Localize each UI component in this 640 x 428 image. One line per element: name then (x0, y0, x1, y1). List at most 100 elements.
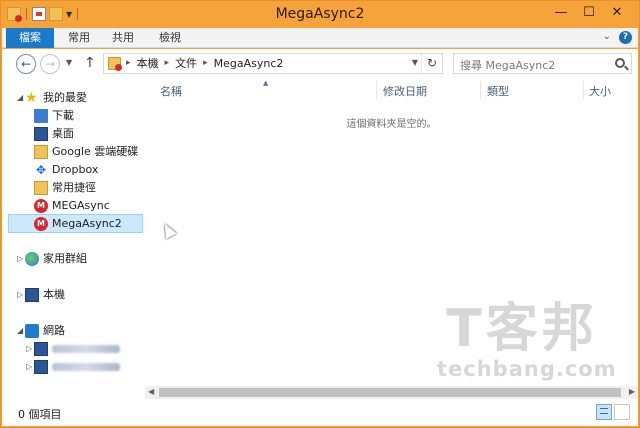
column-header-date-modified[interactable]: 修改日期 (383, 83, 427, 99)
dropbox-icon: ✥ (35, 163, 47, 177)
nav-label: 網路 (43, 324, 65, 337)
nav-network-computer[interactable]: ▷ (2, 340, 145, 358)
details-view-icon[interactable] (596, 404, 612, 420)
expand-icon[interactable]: ◢ (17, 89, 23, 107)
file-list[interactable]: ▲ 名稱 修改日期 類型 大小 這個資料夾是空的。 ◀ ▶ (145, 79, 638, 399)
scroll-right-icon[interactable]: ▶ (629, 387, 635, 396)
nav-label: Dropbox (52, 163, 99, 176)
expand-ribbon-icon[interactable]: ⌄ (603, 31, 611, 44)
navigation-pane: ◢ ★ 我的最愛 下載 桌面 Google 雲端硬碟 ✥ Dropbox 常用捷… (2, 79, 145, 399)
nav-item-downloads[interactable]: 下載 (2, 107, 145, 125)
nav-label: 本機 (43, 288, 65, 301)
breadcrumb-item[interactable]: 本機 (137, 54, 159, 73)
window-title: MegaAsync2 (275, 6, 365, 22)
recent-locations-icon[interactable]: ▼ (66, 58, 72, 67)
homegroup-icon (25, 252, 39, 266)
tab-file[interactable]: 檔案 (6, 28, 54, 48)
nav-favorites[interactable]: ◢ ★ 我的最愛 (2, 89, 145, 107)
mega-icon: M (34, 199, 48, 213)
desktop-icon (34, 127, 48, 141)
chevron-right-icon[interactable]: ▸ (203, 54, 208, 73)
redacted-label (52, 358, 120, 377)
horizontal-scrollbar[interactable]: ◀ ▶ (145, 386, 638, 399)
help-icon[interactable]: ? (619, 31, 632, 44)
nav-item-google-drive[interactable]: Google 雲端硬碟 (2, 143, 145, 161)
network-icon (25, 324, 39, 338)
breadcrumb-item[interactable]: 文件 (175, 54, 197, 73)
empty-folder-message: 這個資料夾是空的。 (346, 119, 437, 130)
search-icon[interactable] (615, 58, 625, 68)
nav-label: 家用群組 (43, 252, 87, 265)
nav-network[interactable]: ◢ 網路 (2, 322, 145, 340)
search-placeholder: 搜尋 MegaAsync2 (460, 59, 556, 72)
scrollbar-thumb[interactable] (159, 388, 621, 397)
chevron-down-icon[interactable]: ▼ (412, 58, 418, 67)
column-header-size[interactable]: 大小 (589, 83, 611, 99)
google-drive-folder-icon (34, 145, 48, 159)
nav-item-dropbox[interactable]: ✥ Dropbox (2, 161, 145, 179)
expand-icon[interactable]: ▷ (26, 340, 32, 358)
nav-this-pc[interactable]: ▷ 本機 (2, 286, 145, 304)
breadcrumb: ▸ 本機 ▸ 文件 ▸ MegaAsync2 (126, 54, 283, 73)
folder-icon (108, 57, 122, 71)
column-divider[interactable] (376, 81, 377, 99)
expand-icon[interactable]: ◢ (17, 322, 23, 340)
forward-button[interactable]: → (40, 54, 60, 74)
nav-label: 桌面 (52, 127, 74, 140)
recent-places-icon (34, 181, 48, 195)
expand-icon[interactable]: ▷ (17, 250, 23, 268)
nav-network-computer[interactable]: ▷ (2, 358, 145, 376)
up-button[interactable]: ↑ (84, 55, 96, 71)
view-switcher (596, 404, 630, 420)
expand-icon[interactable]: ▷ (17, 286, 23, 304)
large-icons-view-icon[interactable] (614, 404, 630, 420)
main-pane: ◢ ★ 我的最愛 下載 桌面 Google 雲端硬碟 ✥ Dropbox 常用捷… (2, 79, 638, 399)
star-icon: ★ (25, 90, 38, 106)
expand-icon[interactable]: ▷ (26, 358, 32, 376)
column-header-name[interactable]: 名稱 (160, 83, 182, 99)
nav-item-recent-places[interactable]: 常用捷徑 (2, 179, 145, 197)
nav-item-megasync[interactable]: M MEGAsync (2, 197, 145, 215)
close-button[interactable]: ✕ (603, 3, 631, 23)
chevron-right-icon[interactable]: ▸ (126, 54, 131, 73)
tab-view[interactable]: 檢視 (150, 28, 190, 48)
column-header-type[interactable]: 類型 (487, 83, 509, 99)
nav-label: 常用捷徑 (52, 181, 96, 194)
refresh-button[interactable]: ↻ (421, 54, 442, 73)
status-bar: 0 個項目 (2, 399, 638, 426)
item-count: 0 個項目 (18, 408, 62, 421)
column-divider[interactable] (480, 81, 481, 99)
tab-share[interactable]: 共用 (106, 28, 140, 48)
navigation-bar: ← → ▼ ↑ ▸ 本機 ▸ 文件 ▸ MegaAsync2 ▼ ↻ 搜尋 Me… (2, 49, 638, 79)
title-bar[interactable]: ▼ MegaAsync2 — ☐ ✕ (1, 1, 639, 28)
sort-ascending-icon: ▲ (263, 79, 269, 87)
column-divider[interactable] (583, 81, 584, 99)
breadcrumb-item[interactable]: MegaAsync2 (214, 54, 284, 73)
redacted-label (52, 340, 120, 359)
nav-label: Google 雲端硬碟 (52, 145, 139, 158)
chevron-right-icon[interactable]: ▸ (165, 54, 170, 73)
explorer-window: ▼ MegaAsync2 — ☐ ✕ 檔案 常用 共用 檢視 ⌄ ? ← → ▼… (0, 0, 640, 428)
nav-item-desktop[interactable]: 桌面 (2, 125, 145, 143)
nav-label: 我的最愛 (43, 91, 87, 104)
search-input[interactable]: 搜尋 MegaAsync2 (453, 53, 632, 74)
computer-icon (34, 342, 48, 356)
ribbon-right: ⌄ ? (603, 31, 632, 44)
nav-label: MegaAsync2 (52, 217, 122, 230)
minimize-button[interactable]: — (547, 3, 575, 23)
back-button[interactable]: ← (16, 54, 36, 74)
nav-homegroup[interactable]: ▷ 家用群組 (2, 250, 145, 268)
address-bar[interactable]: ▸ 本機 ▸ 文件 ▸ MegaAsync2 ▼ ↻ (103, 53, 443, 74)
mega-icon: M (34, 217, 48, 231)
ribbon-tabs: 檔案 常用 共用 檢視 ⌄ ? (2, 28, 638, 48)
tab-home[interactable]: 常用 (62, 28, 96, 48)
window-controls: — ☐ ✕ (547, 3, 631, 23)
computer-icon (25, 288, 39, 302)
scroll-left-icon[interactable]: ◀ (148, 387, 154, 396)
download-folder-icon (34, 109, 48, 123)
nav-label: 下載 (52, 109, 74, 122)
nav-label: MEGAsync (52, 199, 110, 212)
maximize-button[interactable]: ☐ (575, 3, 603, 23)
nav-item-megaasync2[interactable]: M MegaAsync2 (8, 214, 143, 233)
computer-icon (34, 360, 48, 374)
